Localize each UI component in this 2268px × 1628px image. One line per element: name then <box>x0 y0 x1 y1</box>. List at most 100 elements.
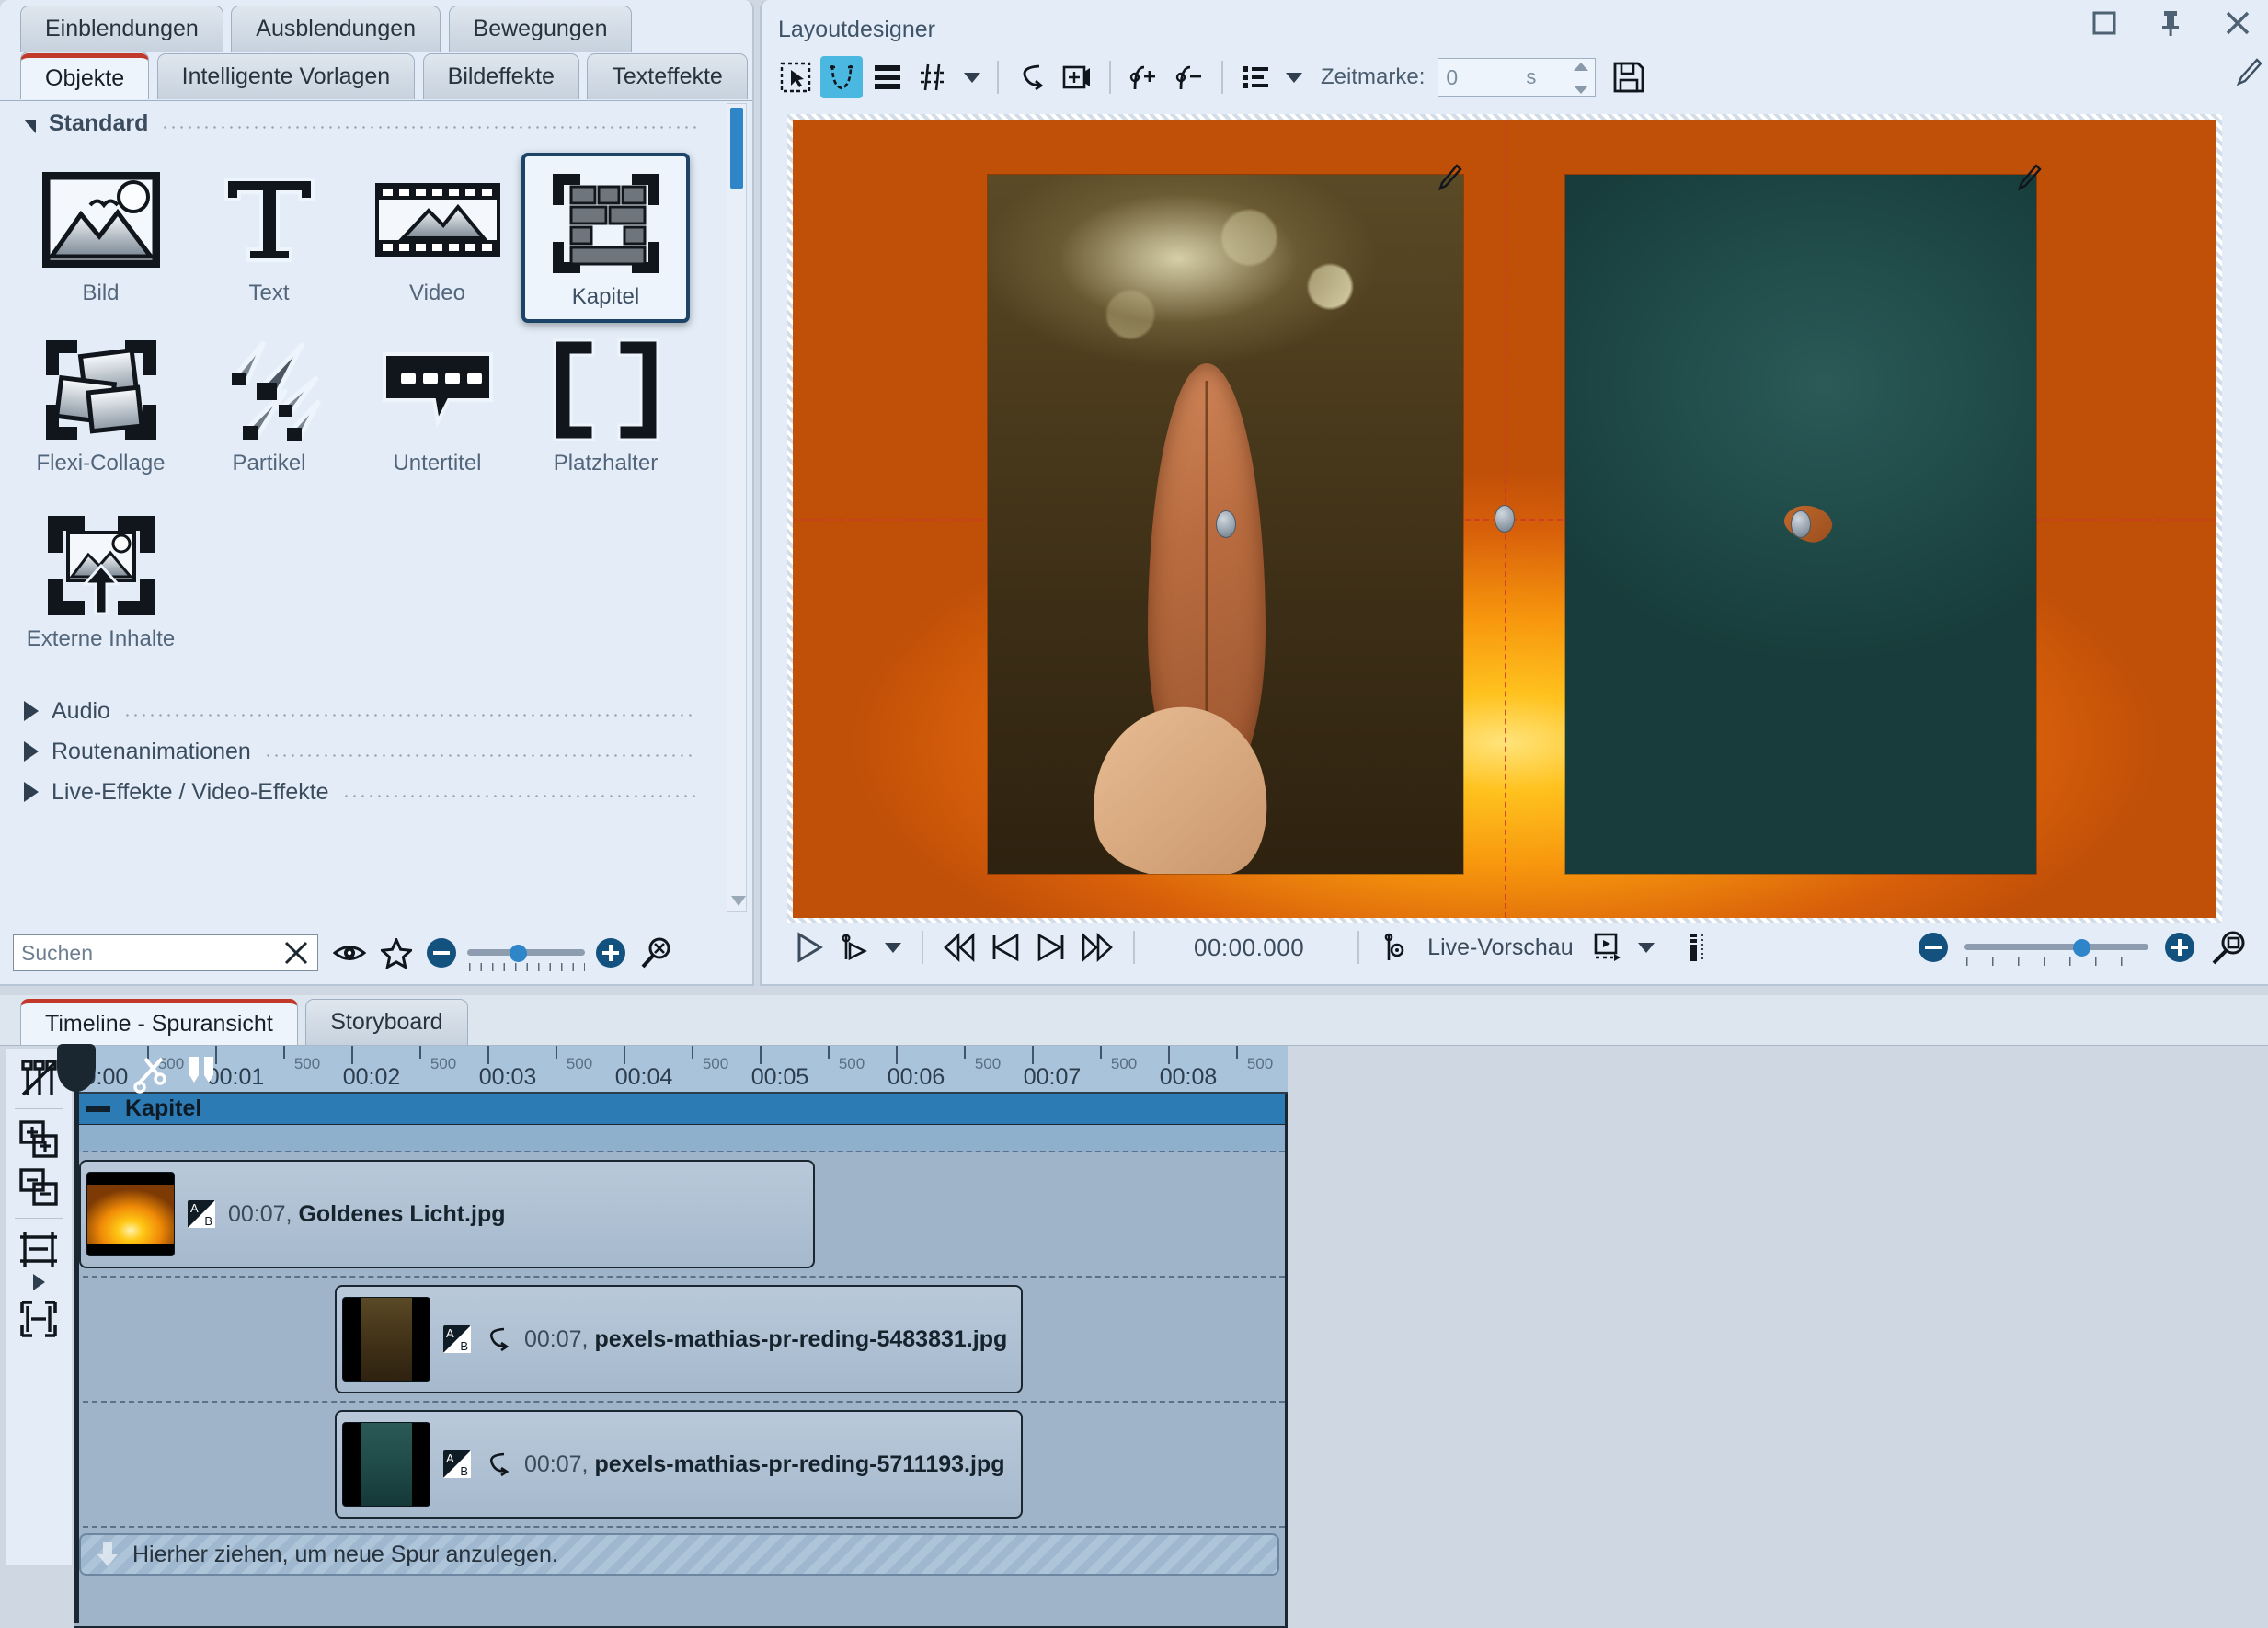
scroll-down-arrow-icon[interactable] <box>731 896 746 906</box>
plus-circle-icon[interactable] <box>596 938 625 968</box>
timeline-ruler[interactable]: 00:0050000:0150000:0250000:0350000:04500… <box>74 1046 1288 1094</box>
path-edit-icon[interactable] <box>820 56 863 98</box>
object-item-kapitel[interactable]: Kapitel <box>521 153 690 323</box>
preview-canvas[interactable] <box>793 120 2216 918</box>
anchor-handle[interactable] <box>1791 510 1811 538</box>
photo-leaf-on-water[interactable] <box>1565 175 2036 874</box>
fit-frame-icon[interactable] <box>1056 56 1098 98</box>
tab-einblendungen[interactable]: Einblendungen <box>20 6 223 52</box>
timeline-clip[interactable]: AB 00:07, Goldenes Licht.jpg <box>79 1160 815 1268</box>
zeitmarke-input[interactable] <box>1438 65 1526 90</box>
timeline-clip[interactable]: AB 00:07, pexels-mathias-pr-reding-57111… <box>335 1410 1023 1519</box>
rewind-icon[interactable] <box>938 926 980 969</box>
zeitmarke-stepper[interactable] <box>1573 63 1589 94</box>
slider-knob[interactable] <box>2073 939 2090 957</box>
eye-icon[interactable] <box>333 941 366 965</box>
magnifier-reset-icon[interactable] <box>640 936 673 969</box>
track-split-icon[interactable] <box>17 1057 60 1099</box>
maximize-icon[interactable] <box>2091 10 2117 36</box>
slider-track[interactable] <box>467 943 585 963</box>
minus-collapse-icon[interactable] <box>86 1106 110 1112</box>
group-header-standard[interactable]: Standard <box>0 103 723 143</box>
zoom-slider[interactable] <box>1964 937 2148 957</box>
object-item-bild[interactable]: Bild <box>17 153 185 323</box>
tab-timeline-spuransicht[interactable]: Timeline - Spuransicht <box>20 999 298 1045</box>
group-header-routenanimationen[interactable]: Routenanimationen <box>0 731 723 772</box>
pin-icon[interactable] <box>2158 9 2183 37</box>
close-icon[interactable] <box>2224 9 2251 37</box>
zeitmarke-field[interactable]: s <box>1438 58 1596 97</box>
close-x-icon[interactable] <box>282 939 310 967</box>
new-track-dropzone[interactable]: Hierher ziehen, um neue Spur anzulegen. <box>79 1533 1279 1576</box>
preview-window-icon[interactable] <box>1586 926 1629 969</box>
tab-storyboard[interactable]: Storyboard <box>305 999 467 1045</box>
list-order-icon[interactable] <box>1234 56 1277 98</box>
object-item-externe-inhalte[interactable]: Externe Inhalte <box>17 499 185 669</box>
stepper-up-icon[interactable] <box>1574 63 1588 71</box>
tab-intelligente-vorlagen[interactable]: Intelligente Vorlagen <box>157 53 416 99</box>
object-item-video[interactable]: Video <box>353 153 521 323</box>
photo-leaf-in-hand[interactable] <box>988 175 1463 874</box>
align-layers-icon[interactable] <box>866 56 909 98</box>
object-item-partikel[interactable]: Partikel <box>185 323 353 493</box>
playhead-handle[interactable] <box>57 1044 96 1092</box>
curve-path-icon[interactable] <box>1010 56 1052 98</box>
brush-icon[interactable] <box>2016 164 2042 191</box>
object-item-text[interactable]: Text <box>185 153 353 323</box>
center-anchor-handle[interactable] <box>1495 505 1515 533</box>
search-input[interactable] <box>14 936 269 969</box>
play-from-marker-icon[interactable] <box>833 926 876 969</box>
play-icon[interactable] <box>787 926 830 969</box>
floppy-save-icon[interactable] <box>1612 61 1645 94</box>
grid-dropdown-caret[interactable] <box>964 73 980 83</box>
preview-dropdown-caret[interactable] <box>1638 943 1655 953</box>
brush-icon[interactable] <box>1437 164 1462 191</box>
magnifier-fit-icon[interactable] <box>2211 929 2248 966</box>
slider-knob[interactable] <box>510 945 527 962</box>
plus-circle-icon[interactable] <box>2165 933 2194 962</box>
search-field[interactable] <box>13 934 318 971</box>
tab-bildeffekte[interactable]: Bildeffekte <box>423 53 579 99</box>
playhead[interactable] <box>74 1044 79 1623</box>
fast-forward-icon[interactable] <box>1076 926 1118 969</box>
minus-circle-icon[interactable] <box>427 938 456 968</box>
thumbnail-size-slider[interactable] <box>427 938 625 968</box>
canvas-brush-icon[interactable] <box>2235 57 2262 86</box>
preview-marker-icon[interactable] <box>1374 926 1416 969</box>
remove-track-icon[interactable] <box>17 1166 60 1209</box>
track-height-icon[interactable] <box>17 1228 60 1270</box>
star-icon[interactable] <box>381 938 412 969</box>
track-height-caret[interactable] <box>33 1274 45 1290</box>
group-header-audio[interactable]: Audio <box>0 691 723 731</box>
add-keyframe-icon[interactable] <box>1122 56 1164 98</box>
scrollbar-thumb[interactable] <box>730 108 743 189</box>
add-track-icon[interactable] <box>17 1118 60 1161</box>
tab-bewegungen[interactable]: Bewegungen <box>449 6 633 52</box>
grid-icon[interactable] <box>912 56 955 98</box>
minus-circle-icon[interactable] <box>1919 933 1948 962</box>
next-frame-icon[interactable] <box>1030 926 1072 969</box>
audio-levels-icon[interactable] <box>1677 926 1719 969</box>
list-dropdown-caret[interactable] <box>1286 73 1302 83</box>
timeline-clip[interactable]: AB 00:07, pexels-mathias-pr-reding-54838… <box>335 1285 1023 1393</box>
anchor-handle[interactable] <box>1216 510 1236 538</box>
object-item-flexi-collage[interactable]: Flexi-Collage <box>17 323 185 493</box>
track-row[interactable]: AB 00:07, pexels-mathias-pr-reding-54838… <box>74 1278 1285 1403</box>
tab-texteffekte[interactable]: Texteffekte <box>587 53 747 99</box>
object-item-untertitel[interactable]: Untertitel <box>353 323 521 493</box>
previous-frame-icon[interactable] <box>984 926 1026 969</box>
tab-ausblendungen[interactable]: Ausblendungen <box>231 6 441 52</box>
tab-objekte[interactable]: Objekte <box>20 53 149 99</box>
track-row[interactable]: AB 00:07, Goldenes Licht.jpg <box>74 1152 1285 1278</box>
objects-scrollbar[interactable] <box>727 103 747 912</box>
play-dropdown-caret[interactable] <box>885 943 901 953</box>
fit-tracks-icon[interactable] <box>17 1298 60 1340</box>
track-row[interactable]: AB 00:07, pexels-mathias-pr-reding-57111… <box>74 1403 1285 1528</box>
remove-keyframe-icon[interactable] <box>1168 56 1210 98</box>
group-header-live-effekte[interactable]: Live-Effekte / Video-Effekte <box>0 772 723 812</box>
chapter-track-header[interactable]: Kapitel <box>74 1094 1285 1125</box>
select-rect-icon[interactable] <box>774 56 817 98</box>
scissors-icon[interactable] <box>131 1051 173 1094</box>
stepper-down-icon[interactable] <box>1574 86 1588 94</box>
trim-marker-icon[interactable] <box>180 1051 223 1094</box>
